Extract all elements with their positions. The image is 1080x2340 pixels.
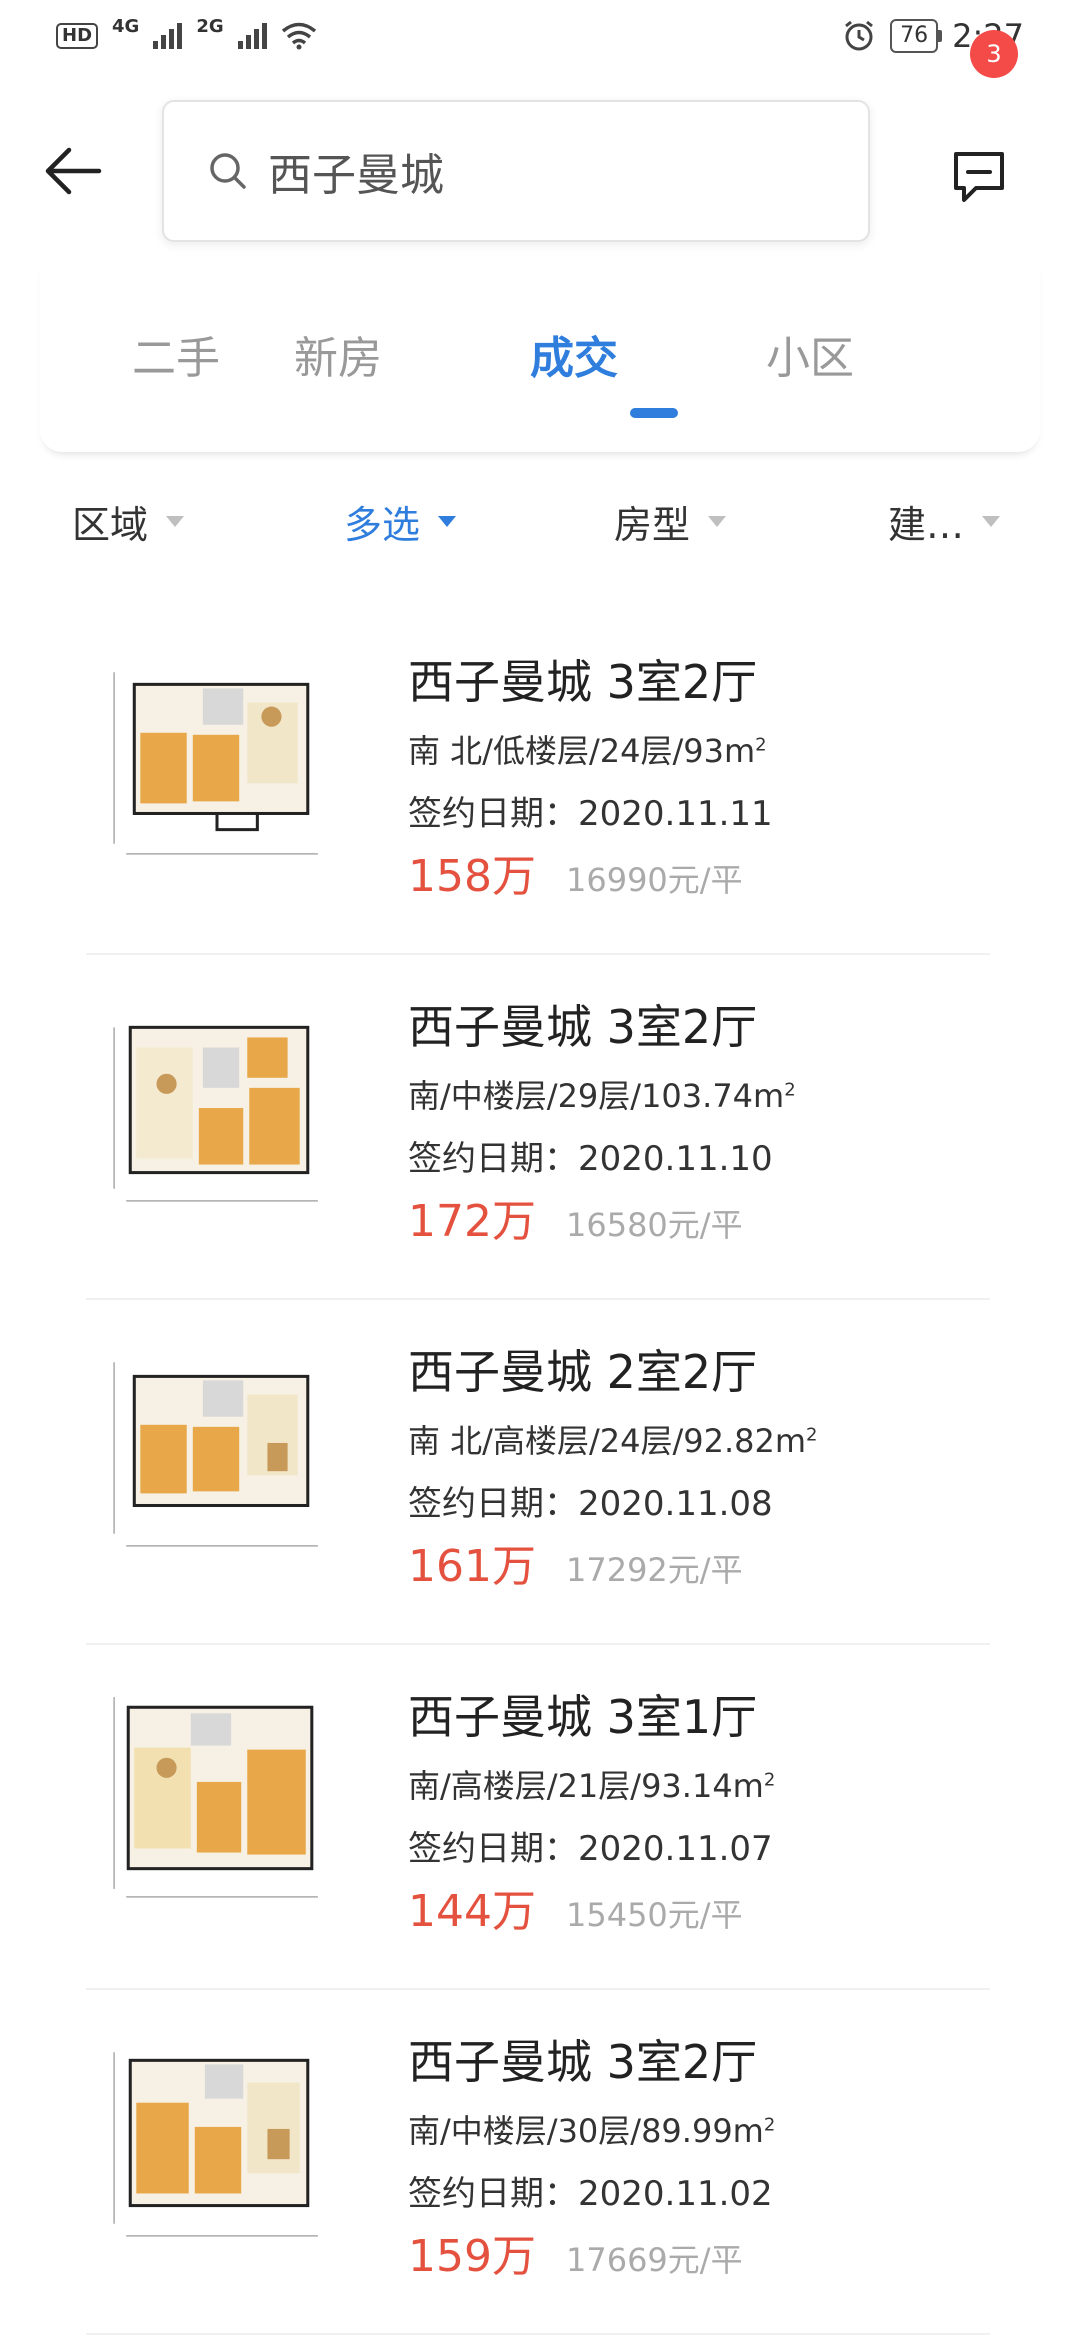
listing-spec: 南 北/低楼层/24层/93m2 [408, 732, 767, 770]
wifi-icon [281, 22, 316, 50]
search-icon [210, 153, 246, 189]
message-count-badge: 3 [970, 30, 1018, 78]
filter-room-type-label: 房型 [614, 503, 691, 547]
filter-region-label: 区域 [72, 503, 149, 547]
back-button[interactable] [40, 138, 106, 204]
filter-multi-select[interactable]: 多选 [344, 494, 457, 549]
listing-title: 西子曼城 3室2厅 [408, 2035, 758, 2089]
floor-plan-thumbnail [106, 2022, 328, 2254]
listing-spec-text: 南/中楼层/30层/89.99m [408, 2112, 764, 2150]
listing-spec-text: 南 北/低楼层/24层/93m [408, 732, 756, 770]
active-tab-indicator [630, 408, 678, 418]
tab-xiaoqu[interactable]: 小区 [692, 310, 928, 450]
unit-price: 16580元/平 [565, 1206, 743, 1244]
floor-plan-thumbnail [106, 642, 328, 874]
total-price: 172万 [408, 1196, 536, 1247]
list-item[interactable]: 西子曼城 2室2厅 南 北/高楼层/24层/92.82m2 签约日期：2020.… [0, 1300, 1080, 1645]
hd-indicator: HD [56, 23, 99, 49]
status-left: HD 4G 2G [56, 16, 317, 50]
price-row: 172万 16580元/平 [408, 1185, 743, 1249]
floor-plan-thumbnail [106, 1677, 328, 1909]
tab-chengjiao[interactable]: 成交 [456, 310, 692, 450]
price-row: 144万 15450元/平 [408, 1875, 743, 1939]
tab-ershou[interactable]: 二手 [40, 310, 220, 450]
list-item[interactable]: 西子曼城 3室1厅 南/高楼层/21层/93.14m2 签约日期：2020.11… [0, 1645, 1080, 1990]
signal-icon [153, 23, 183, 49]
price-row: 158万 16990元/平 [408, 840, 743, 904]
listing-spec-text: 南/中楼层/29层/103.74m [408, 1077, 785, 1115]
caret-down-icon [708, 516, 727, 527]
price-row: 161万 17292元/平 [408, 1530, 743, 1594]
listing-spec: 南/高楼层/21层/93.14m2 [408, 1767, 776, 1805]
floor-plan-thumbnail [106, 987, 328, 1219]
listing-title: 西子曼城 3室2厅 [408, 1000, 758, 1054]
unit-price: 17669元/平 [565, 2241, 743, 2279]
caret-down-icon [982, 516, 1001, 527]
message-button[interactable] [944, 140, 1014, 210]
caret-down-icon [166, 516, 185, 527]
listing-date: 签约日期：2020.11.10 [408, 1139, 773, 1179]
unit-price: 15450元/平 [565, 1896, 743, 1934]
filter-bar: 区域 多选 房型 建… [0, 494, 1080, 574]
alarm-icon [845, 20, 874, 51]
total-price: 159万 [408, 2231, 536, 2282]
listing-spec: 南/中楼层/29层/103.74m2 [408, 1077, 796, 1115]
list-item[interactable]: 西子曼城 3室2厅 南/中楼层/29层/103.74m2 签约日期：2020.1… [0, 955, 1080, 1300]
filter-building-label: 建… [888, 503, 965, 547]
listing-date: 签约日期：2020.11.11 [408, 794, 773, 834]
unit-price: 17292元/平 [565, 1551, 743, 1589]
signal-icon [237, 23, 267, 49]
listing-list: 西子曼城 3室2厅 南 北/低楼层/24层/93m2 签约日期：2020.11.… [0, 610, 1080, 2335]
listing-date: 签约日期：2020.11.08 [408, 1484, 773, 1524]
search-box[interactable] [162, 100, 870, 242]
arrow-left-icon [45, 147, 102, 195]
total-price: 158万 [408, 851, 536, 902]
listing-date: 签约日期：2020.11.02 [408, 2174, 773, 2214]
filter-building[interactable]: 建… [888, 494, 1001, 549]
floor-plan-thumbnail [106, 1332, 328, 1564]
caret-down-icon [438, 516, 457, 527]
unit-price: 16990元/平 [565, 861, 743, 899]
status-bar: HD 4G 2G 76 2:27 [0, 0, 1080, 72]
network-2g-label: 2G [196, 15, 224, 37]
total-price: 161万 [408, 1541, 536, 1592]
listing-spec: 南/中楼层/30层/89.99m2 [408, 2112, 776, 2150]
listing-title: 西子曼城 2室2厅 [408, 1345, 758, 1399]
tab-xinfang[interactable]: 新房 [220, 310, 456, 450]
listing-title: 西子曼城 3室1厅 [408, 1690, 758, 1744]
filter-room-type[interactable]: 房型 [614, 494, 727, 549]
listing-spec-text: 南 北/高楼层/24层/92.82m [408, 1422, 807, 1460]
chat-bubble-icon [954, 152, 1004, 202]
list-item[interactable]: 西子曼城 3室2厅 南/中楼层/30层/89.99m2 签约日期：2020.11… [0, 1990, 1080, 2335]
filter-region[interactable]: 区域 [72, 494, 185, 549]
search-input[interactable] [268, 145, 828, 197]
price-row: 159万 17669元/平 [408, 2220, 743, 2284]
total-price: 144万 [408, 1886, 536, 1937]
battery-icon: 76 [890, 19, 943, 53]
category-tabs: 二手 新房 成交 小区 [40, 310, 1040, 450]
listing-date: 签约日期：2020.11.07 [408, 1829, 773, 1869]
divider [86, 2333, 990, 2335]
listing-spec: 南 北/高楼层/24层/92.82m2 [408, 1422, 818, 1460]
header [0, 96, 1080, 246]
list-item[interactable]: 西子曼城 3室2厅 南 北/低楼层/24层/93m2 签约日期：2020.11.… [0, 610, 1080, 955]
listing-spec-text: 南/高楼层/21层/93.14m [408, 1767, 764, 1805]
network-4g-label: 4G [112, 15, 140, 37]
listing-title: 西子曼城 3室2厅 [408, 655, 758, 709]
filter-multi-select-label: 多选 [344, 503, 421, 547]
